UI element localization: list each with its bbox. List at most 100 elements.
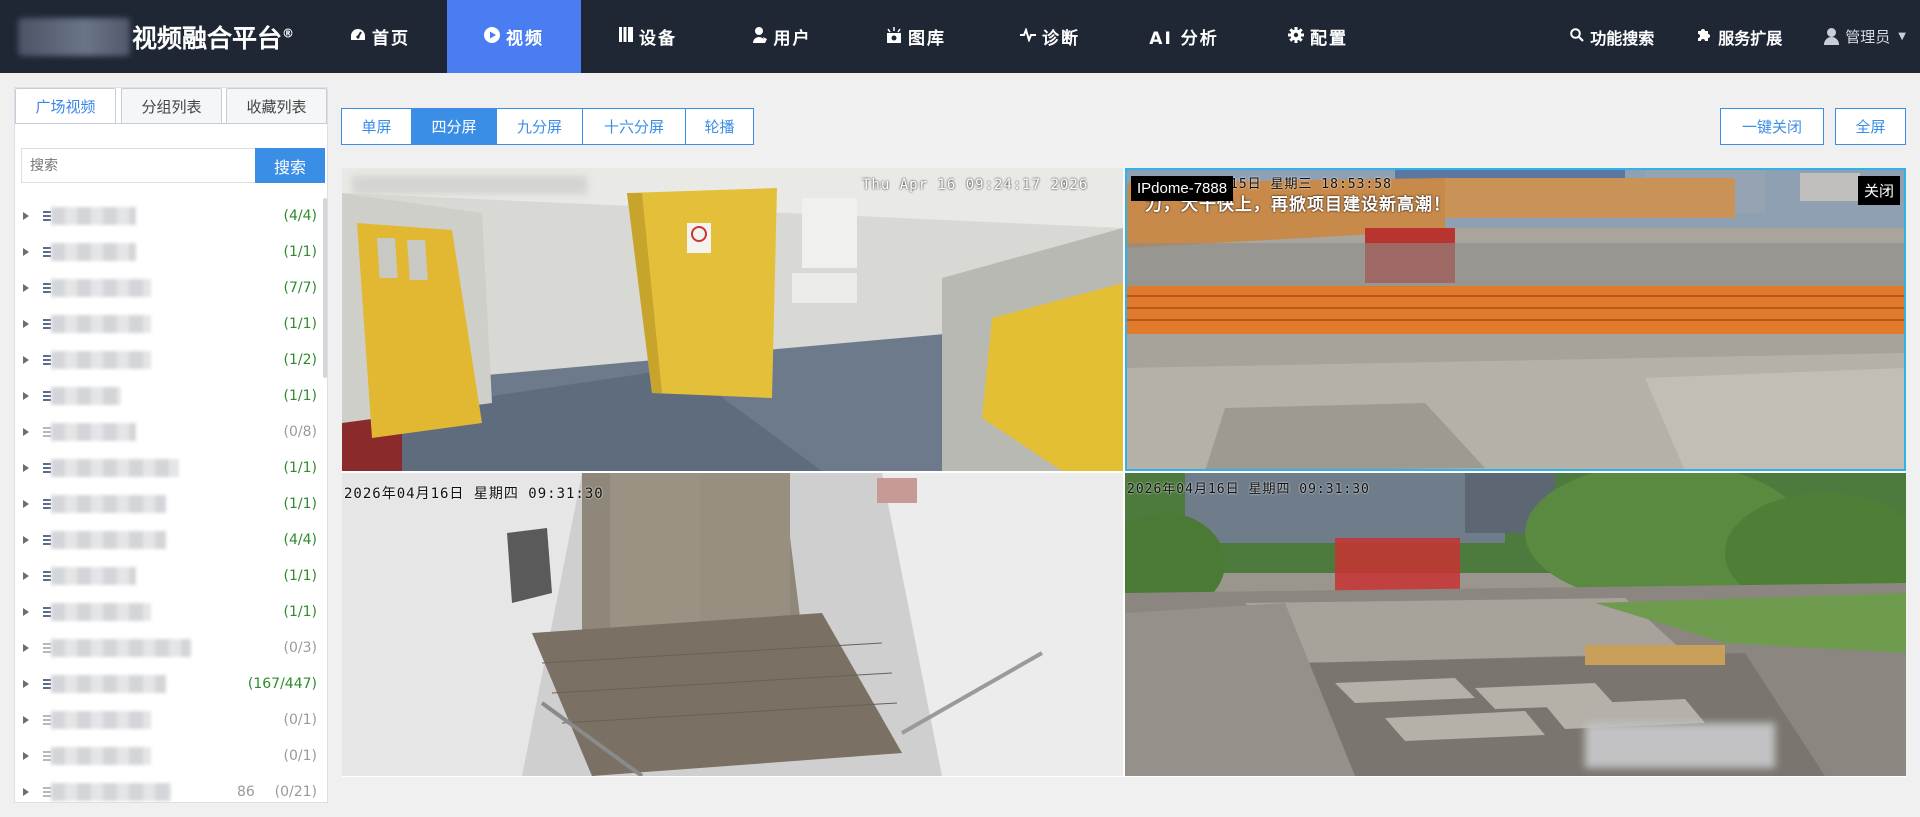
blurred-group-name — [51, 711, 151, 729]
blurred-camera-name — [352, 176, 587, 194]
main-nav: 首页 视频 设备 用户 图库 诊断 AI 分析 配置 — [313, 0, 1385, 73]
video-cell-2[interactable]: 15日 星期三 18:53:58 力，大干快上，再掀项目建设新高潮！ IPdom… — [1125, 168, 1906, 471]
tab-square-video[interactable]: 广场视频 — [15, 88, 116, 124]
caret-right-icon[interactable] — [23, 464, 29, 472]
online-count: (1/1) — [283, 388, 317, 404]
device-group-icon — [43, 607, 51, 617]
caret-right-icon[interactable] — [23, 644, 29, 652]
tree-row[interactable]: (1/1) — [15, 378, 327, 414]
function-search-button[interactable]: 功能搜索 — [1570, 25, 1654, 49]
blurred-group-name — [51, 459, 179, 477]
caret-right-icon[interactable] — [23, 536, 29, 544]
tree-row[interactable]: (167/447) — [15, 666, 327, 702]
caret-right-icon[interactable] — [23, 212, 29, 220]
caret-right-icon[interactable] — [23, 356, 29, 364]
caret-right-icon[interactable] — [23, 608, 29, 616]
caret-right-icon[interactable] — [23, 428, 29, 436]
tree-row[interactable]: (1/1) — [15, 594, 327, 630]
device-group-icon — [43, 319, 51, 329]
online-count: (1/1) — [283, 460, 317, 476]
nav-item-device[interactable]: 设备 — [581, 0, 715, 73]
blurred-group-name — [51, 567, 136, 585]
service-extension-button[interactable]: 服务扩展 — [1696, 25, 1782, 49]
device-group-icon — [43, 715, 51, 725]
device-group-icon — [43, 391, 51, 401]
close-all-button[interactable]: 一键关闭 — [1720, 108, 1824, 145]
caret-right-icon[interactable] — [23, 716, 29, 724]
tree-row[interactable]: (1/1) — [15, 234, 327, 270]
caret-right-icon[interactable] — [23, 320, 29, 328]
online-count: (4/4) — [283, 208, 317, 224]
tree-row[interactable]: (0/3) — [15, 630, 327, 666]
caret-right-icon[interactable] — [23, 788, 29, 796]
device-group-icon — [43, 571, 51, 581]
sidebar-tabs: 广场视频 分组列表 收藏列表 — [15, 88, 327, 124]
device-search-button[interactable]: 搜索 — [255, 148, 325, 183]
device-group-icon — [43, 247, 51, 257]
search-icon — [1570, 27, 1585, 46]
tree-row[interactable]: (7/7) — [15, 270, 327, 306]
tree-row[interactable]: (0/8) — [15, 414, 327, 450]
layout-four-button[interactable]: 四分屏 — [411, 108, 497, 145]
blurred-group-name — [51, 747, 151, 765]
video-frame-hallway — [342, 168, 1123, 471]
nav-item-config[interactable]: 配置 — [1251, 0, 1385, 73]
tree-row[interactable]: (1/1) — [15, 486, 327, 522]
video-cell-4[interactable]: 2026年04月16日 星期四 09:31:30 — [1125, 473, 1906, 776]
tree-row[interactable]: (0/1) — [15, 702, 327, 738]
sidebar-scrollbar[interactable] — [323, 198, 327, 378]
online-count: (1/1) — [283, 604, 317, 620]
caret-right-icon[interactable] — [23, 752, 29, 760]
tree-row[interactable]: (0/1) — [15, 738, 327, 774]
device-tree: (4/4) (1/1) (7/7) (1/1) (1/2) (1/1) (0/8) (1/1)… — [15, 198, 327, 802]
blurred-group-name — [51, 387, 121, 405]
close-video-button[interactable]: 关闭 — [1857, 176, 1900, 205]
video-cell-3[interactable]: 2026年04月16日 星期四 09:31:30 — [342, 473, 1123, 776]
caret-right-icon[interactable] — [23, 284, 29, 292]
tree-row[interactable]: (1/1) — [15, 558, 327, 594]
caret-right-icon[interactable] — [23, 572, 29, 580]
caret-right-icon[interactable] — [23, 680, 29, 688]
online-count: (7/7) — [283, 280, 317, 296]
blurred-group-name — [51, 315, 151, 333]
app-logo[interactable]: 视频融合平台® — [18, 18, 294, 56]
tree-row[interactable]: 86 (0/21) — [15, 774, 327, 802]
layout-sixteen-button[interactable]: 十六分屏 — [582, 108, 686, 145]
user-menu[interactable]: 管理员 ▼ — [1824, 26, 1906, 47]
device-search-input[interactable] — [21, 148, 261, 183]
online-count: (0/1) — [283, 712, 317, 728]
online-count: (167/447) — [247, 676, 317, 692]
online-count: (1/1) — [283, 316, 317, 332]
online-count: (1/1) — [283, 568, 317, 584]
device-group-icon — [43, 643, 51, 653]
layout-single-button[interactable]: 单屏 — [341, 108, 412, 145]
online-count: (1/1) — [283, 496, 317, 512]
nav-item-diagnose[interactable]: 诊断 — [983, 0, 1117, 73]
layout-nine-button[interactable]: 九分屏 — [496, 108, 583, 145]
nav-item-home[interactable]: 首页 — [313, 0, 447, 73]
gallery-icon — [886, 26, 902, 47]
logo-text: 视频融合平台® — [132, 24, 295, 53]
blurred-overlay — [1585, 723, 1775, 768]
tab-favorite-list[interactable]: 收藏列表 — [226, 88, 327, 124]
caret-right-icon[interactable] — [23, 392, 29, 400]
blurred-group-name — [51, 639, 191, 657]
tab-group-list[interactable]: 分组列表 — [121, 88, 222, 124]
video-cell-1[interactable]: Thu Apr 16 09:24:17 2026 — [342, 168, 1123, 471]
fullscreen-button[interactable]: 全屏 — [1835, 108, 1906, 145]
tree-row[interactable]: (1/1) — [15, 306, 327, 342]
caret-right-icon[interactable] — [23, 248, 29, 256]
tree-row[interactable]: (1/2) — [15, 342, 327, 378]
tree-row[interactable]: (4/4) — [15, 522, 327, 558]
nav-item-ai-analysis[interactable]: AI 分析 — [1117, 0, 1251, 73]
puzzle-icon — [1696, 27, 1712, 47]
tree-row[interactable]: (1/1) — [15, 450, 327, 486]
tree-row[interactable]: (4/4) — [15, 198, 327, 234]
nav-item-gallery[interactable]: 图库 — [849, 0, 983, 73]
blurred-group-name — [51, 207, 136, 225]
nav-item-video[interactable]: 视频 — [447, 0, 581, 73]
nav-item-user[interactable]: 用户 — [715, 0, 849, 73]
device-group-icon — [43, 679, 51, 689]
layout-carousel-button[interactable]: 轮播 — [685, 108, 754, 145]
caret-right-icon[interactable] — [23, 500, 29, 508]
